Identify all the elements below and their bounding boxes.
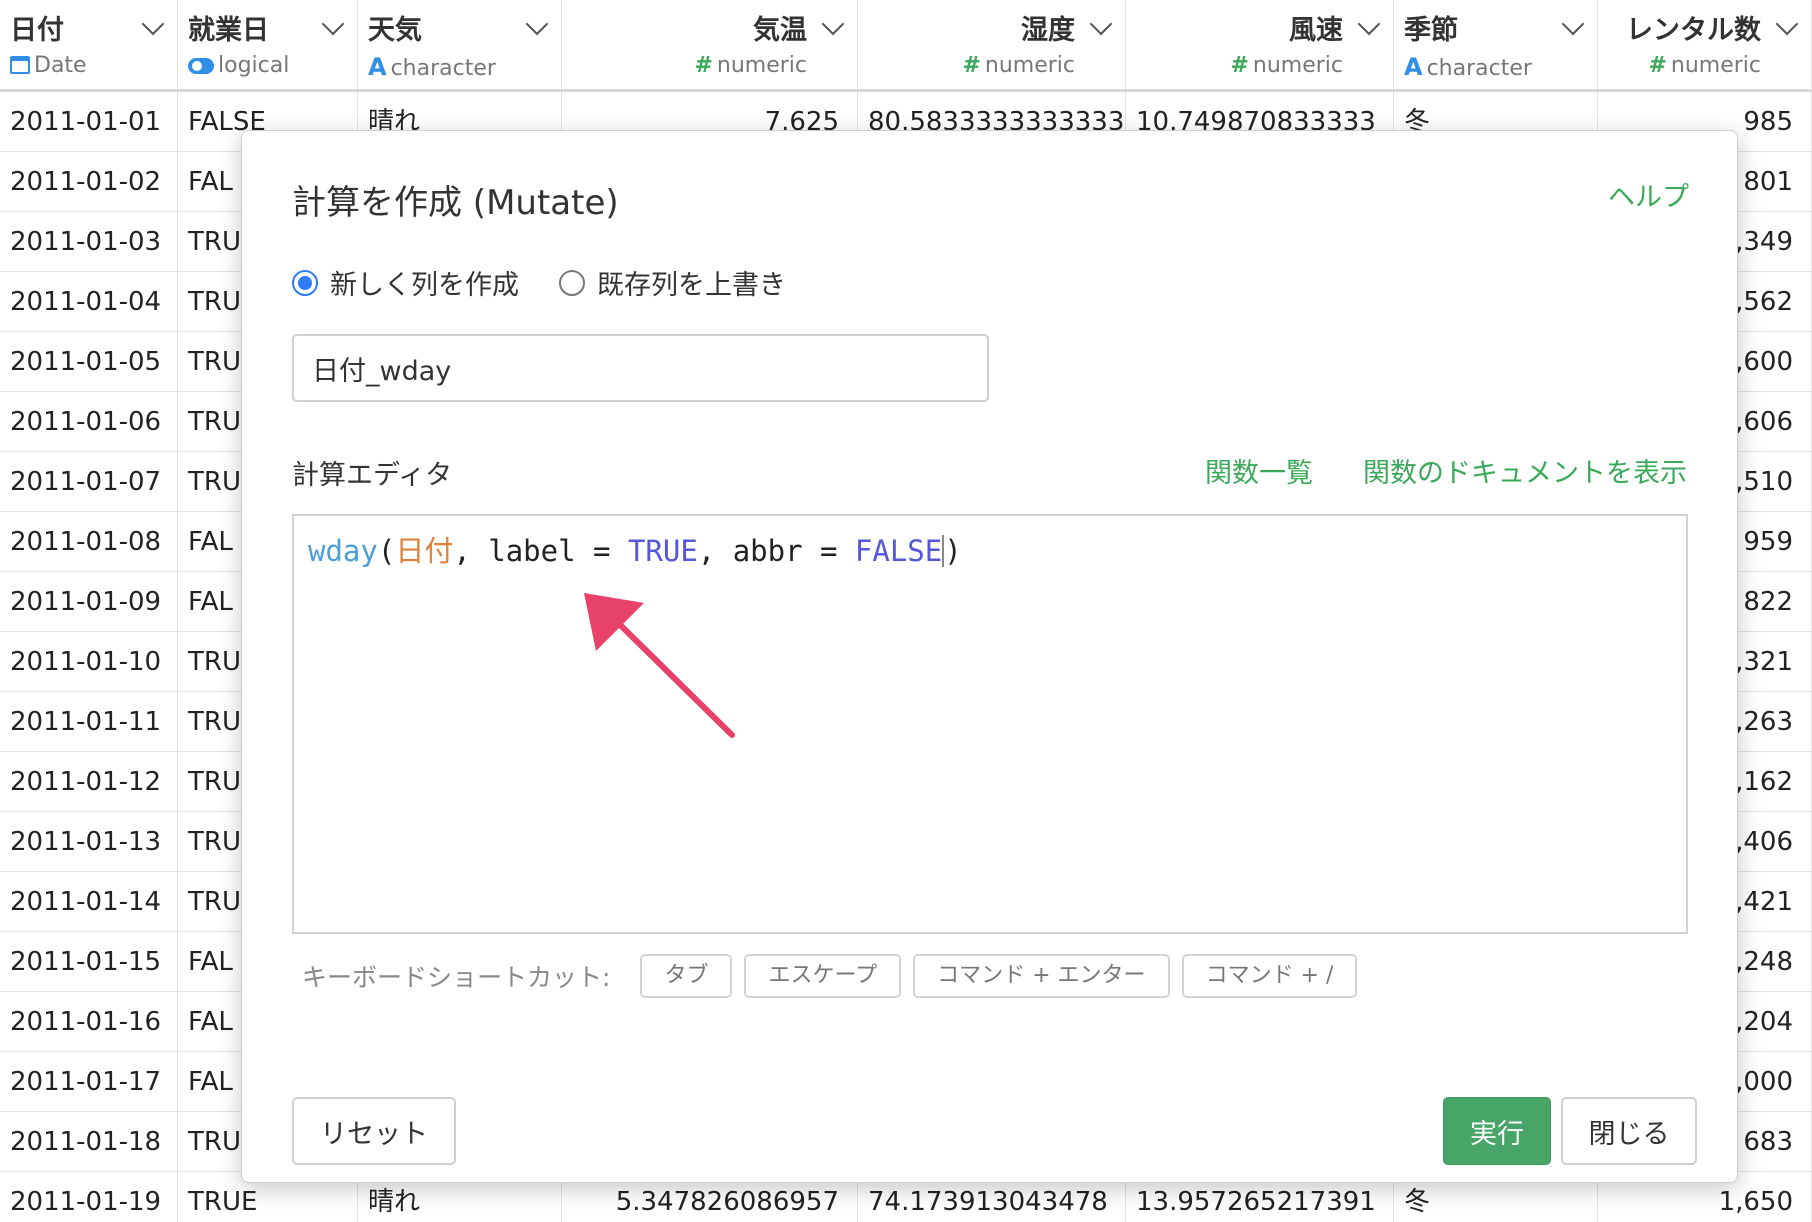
numeric-icon: # bbox=[962, 53, 981, 78]
column-type: logical bbox=[188, 53, 347, 78]
code-token: FALSE bbox=[854, 534, 943, 568]
shortcut-escape: エスケープ bbox=[744, 954, 902, 998]
radio-selected-icon[interactable] bbox=[292, 269, 318, 296]
column-type-label: numeric bbox=[1670, 53, 1761, 78]
column-type-label: character bbox=[1426, 56, 1532, 81]
column-type-label: character bbox=[390, 56, 496, 81]
numeric-icon: # bbox=[1230, 53, 1249, 78]
keyboard-shortcuts: キーボードショートカット: タブ エスケープ コマンド + エンター コマンド … bbox=[302, 954, 1358, 998]
table-cell: 2011-01-15 bbox=[0, 932, 178, 992]
mode-radio-group: 新しく列を作成 既存列を上書き bbox=[292, 263, 786, 302]
column-type-label: logical bbox=[218, 53, 290, 78]
radio-new-column[interactable]: 新しく列を作成 bbox=[292, 263, 519, 302]
column-type-label: numeric bbox=[716, 53, 807, 78]
code-line: wday(日付, label = TRUE, abbr = FALSE) bbox=[308, 534, 962, 568]
table-cell: 2011-01-12 bbox=[0, 752, 178, 812]
column-type: # numeric bbox=[572, 53, 847, 78]
column-header[interactable]: 季節 Acharacter bbox=[1394, 0, 1598, 89]
column-name: 気温 bbox=[753, 15, 807, 46]
close-button[interactable]: 閉じる bbox=[1561, 1097, 1697, 1165]
table-cell: 2011-01-03 bbox=[0, 212, 178, 272]
mutate-dialog: 計算を作成 (Mutate) ヘルプ 新しく列を作成 既存列を上書き 計算エディ… bbox=[241, 130, 1738, 1183]
table-cell: 2011-01-02 bbox=[0, 152, 178, 212]
table-cell: 2011-01-10 bbox=[0, 632, 178, 692]
column-type-label: Date bbox=[34, 53, 87, 78]
table-cell: 2011-01-09 bbox=[0, 572, 178, 632]
column-header[interactable]: 風速 # numeric bbox=[1126, 0, 1394, 89]
grid-header: 日付 Date 就業日 logical 天気 Acharacter 気温 # numeric 湿度… bbox=[0, 0, 1812, 92]
code-token: ( bbox=[377, 534, 396, 568]
table-cell: 2011-01-13 bbox=[0, 812, 178, 872]
radio-overwrite-column[interactable]: 既存列を上書き bbox=[559, 263, 786, 302]
table-cell: 2011-01-04 bbox=[0, 272, 178, 332]
new-column-name-input[interactable] bbox=[292, 334, 989, 402]
column-type: Acharacter bbox=[1404, 53, 1587, 81]
editor-links: 関数一覧 関数のドキュメントを表示 bbox=[1205, 451, 1687, 490]
code-token: wday bbox=[308, 534, 378, 568]
numeric-icon: # bbox=[694, 53, 713, 78]
column-header[interactable]: レンタル数 # numeric bbox=[1598, 0, 1812, 89]
column-header[interactable]: 気温 # numeric bbox=[562, 0, 858, 89]
column-type: # numeric bbox=[1608, 53, 1801, 78]
column-type: Date bbox=[10, 53, 167, 78]
table-cell: 2011-01-05 bbox=[0, 332, 178, 392]
table-cell: 2011-01-16 bbox=[0, 992, 178, 1052]
function-docs-link[interactable]: 関数のドキュメントを表示 bbox=[1363, 451, 1687, 490]
character-icon: A bbox=[1404, 53, 1423, 81]
column-header[interactable]: 天気 Acharacter bbox=[358, 0, 562, 89]
annotation-arrow-icon bbox=[584, 593, 735, 738]
column-name: レンタル数 bbox=[1626, 15, 1761, 46]
column-type: Acharacter bbox=[368, 53, 551, 81]
table-cell: 2011-01-14 bbox=[0, 872, 178, 932]
table-cell: 2011-01-06 bbox=[0, 392, 178, 452]
column-name: 就業日 bbox=[188, 15, 269, 46]
column-type: # numeric bbox=[1136, 53, 1383, 78]
code-token: , abbr = bbox=[697, 534, 855, 568]
shortcut-tab: タブ bbox=[640, 954, 733, 998]
character-icon: A bbox=[368, 53, 387, 81]
shortcut-command-slash: コマンド + / bbox=[1181, 954, 1358, 998]
help-link[interactable]: ヘルプ bbox=[1608, 175, 1689, 214]
column-name: 天気 bbox=[368, 15, 422, 46]
table-cell: 2011-01-17 bbox=[0, 1052, 178, 1112]
column-type: # numeric bbox=[868, 53, 1115, 78]
function-list-link[interactable]: 関数一覧 bbox=[1205, 451, 1313, 490]
table-cell: 2011-01-08 bbox=[0, 512, 178, 572]
code-token: , label = bbox=[453, 534, 628, 568]
table-cell: 2011-01-18 bbox=[0, 1112, 178, 1172]
table-cell: 2011-01-19 bbox=[0, 1172, 178, 1222]
numeric-icon: # bbox=[1648, 53, 1667, 78]
toggle-icon bbox=[188, 58, 214, 74]
calendar-icon bbox=[10, 56, 30, 74]
table-cell: 2011-01-07 bbox=[0, 452, 178, 512]
column-header[interactable]: 就業日 logical bbox=[178, 0, 358, 89]
column-name: 湿度 bbox=[1021, 15, 1075, 46]
column-type-label: numeric bbox=[984, 53, 1075, 78]
reset-button[interactable]: リセット bbox=[292, 1097, 456, 1165]
dialog-title: 計算を作成 (Mutate) bbox=[292, 183, 619, 223]
shortcut-command-enter: コマンド + エンター bbox=[913, 954, 1170, 998]
column-header[interactable]: 湿度 # numeric bbox=[858, 0, 1126, 89]
column-name: 日付 bbox=[10, 15, 64, 46]
radio-unselected-icon[interactable] bbox=[559, 269, 585, 296]
shortcuts-label: キーボードショートカット: bbox=[302, 963, 611, 992]
run-button[interactable]: 実行 bbox=[1443, 1097, 1551, 1165]
table-cell: 2011-01-11 bbox=[0, 692, 178, 752]
column-type-label: numeric bbox=[1252, 53, 1343, 78]
column-name: 風速 bbox=[1289, 15, 1343, 46]
table-cell: 2011-01-01 bbox=[0, 92, 178, 152]
column-name: 季節 bbox=[1404, 15, 1458, 46]
expression-editor[interactable]: wday(日付, label = TRUE, abbr = FALSE) bbox=[292, 514, 1688, 934]
column-header[interactable]: 日付 Date bbox=[0, 0, 178, 89]
code-token: TRUE bbox=[627, 534, 698, 568]
code-token: 日付 bbox=[395, 534, 454, 568]
radio-new-column-label: 新しく列を作成 bbox=[330, 270, 519, 301]
code-token: ) bbox=[944, 534, 962, 568]
editor-label: 計算エディタ bbox=[292, 460, 453, 491]
radio-overwrite-column-label: 既存列を上書き bbox=[597, 270, 786, 301]
